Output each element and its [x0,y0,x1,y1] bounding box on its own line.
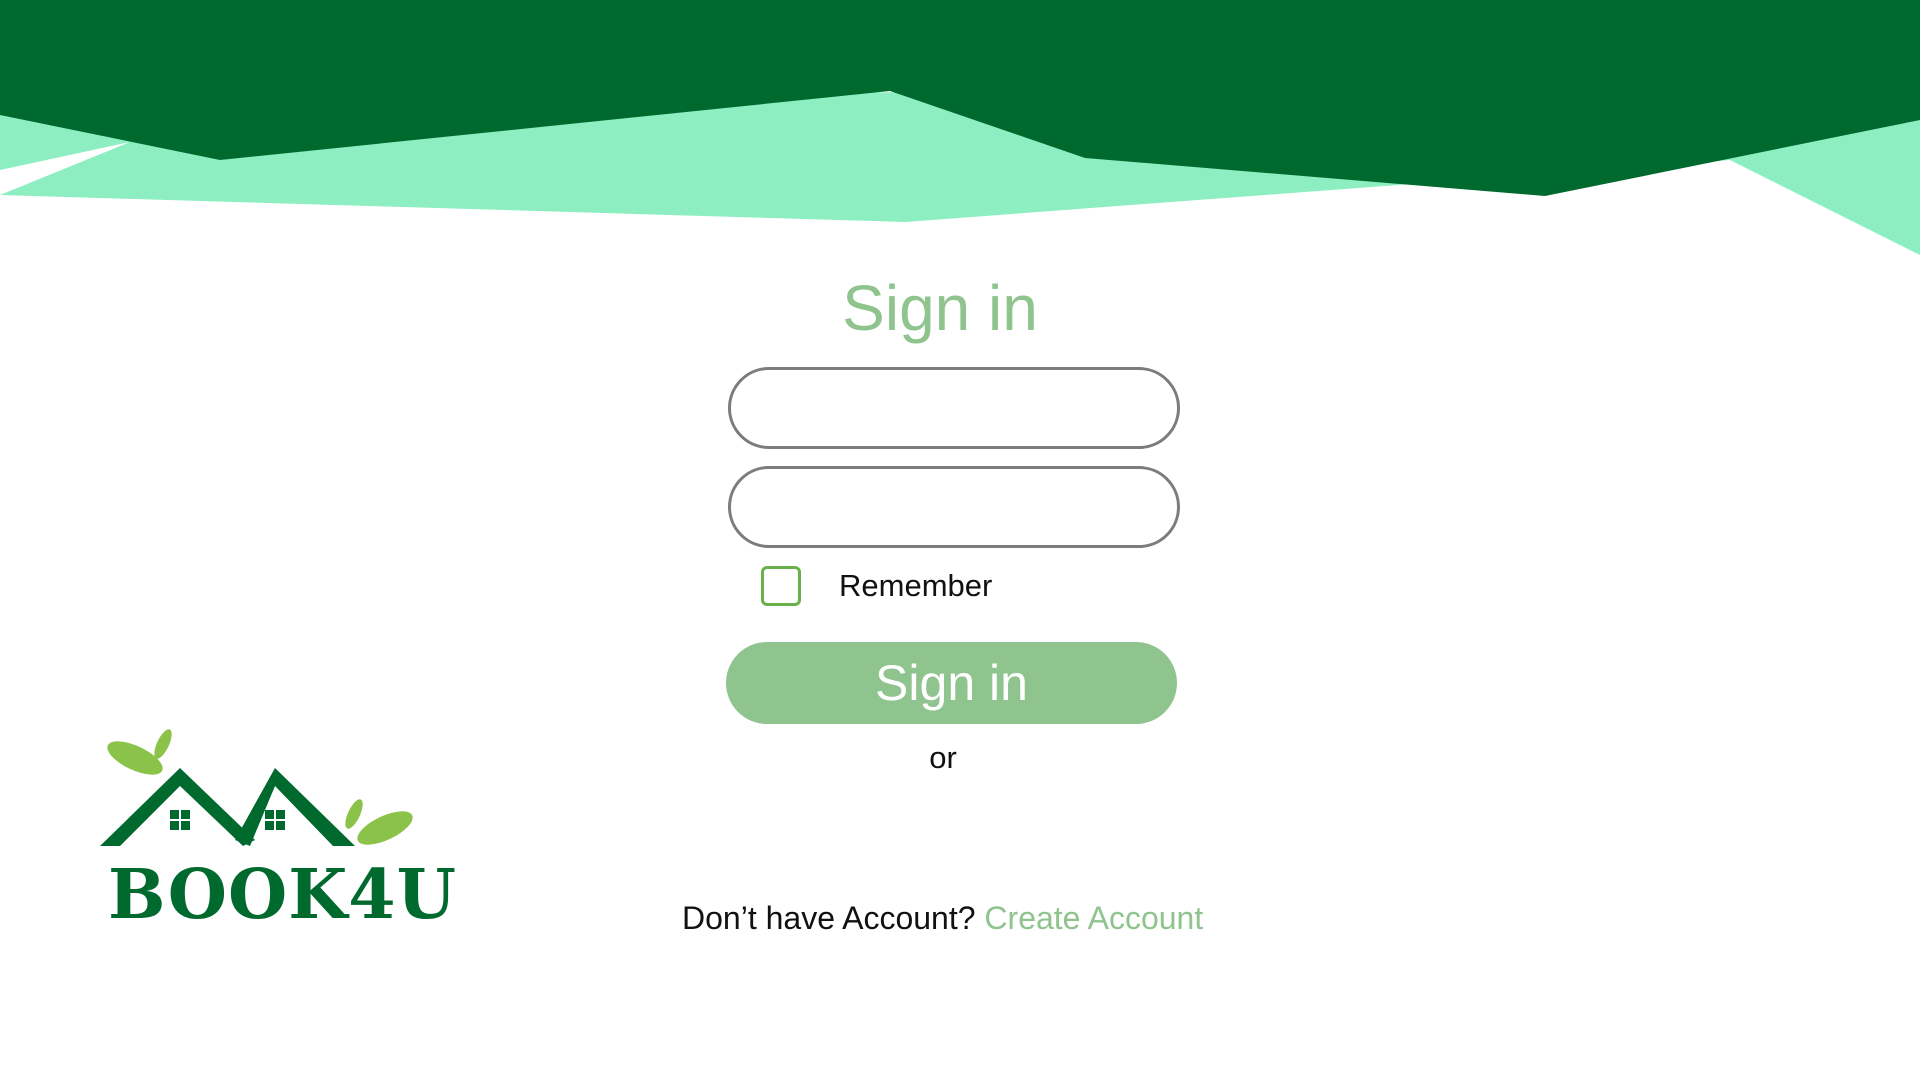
signin-page: Sign in Remember Sign in or Don’t have A… [0,0,1920,1080]
or-separator: or [929,740,957,775]
remember-label[interactable]: Remember [839,568,992,604]
no-account-text: Don’t have Account? [682,900,976,936]
username-field[interactable] [728,367,1180,449]
password-field[interactable] [728,466,1180,548]
header-wave-decoration [0,0,1920,255]
signin-button[interactable]: Sign in [726,642,1177,724]
signup-prompt: Don’t have Account? Create Account [682,900,1203,937]
remember-checkbox[interactable] [761,566,801,606]
create-account-link[interactable]: Create Account [984,900,1203,936]
brand-name: BOOK4U [108,855,457,935]
page-title: Sign in [842,272,1038,344]
remember-row: Remember [761,564,992,608]
